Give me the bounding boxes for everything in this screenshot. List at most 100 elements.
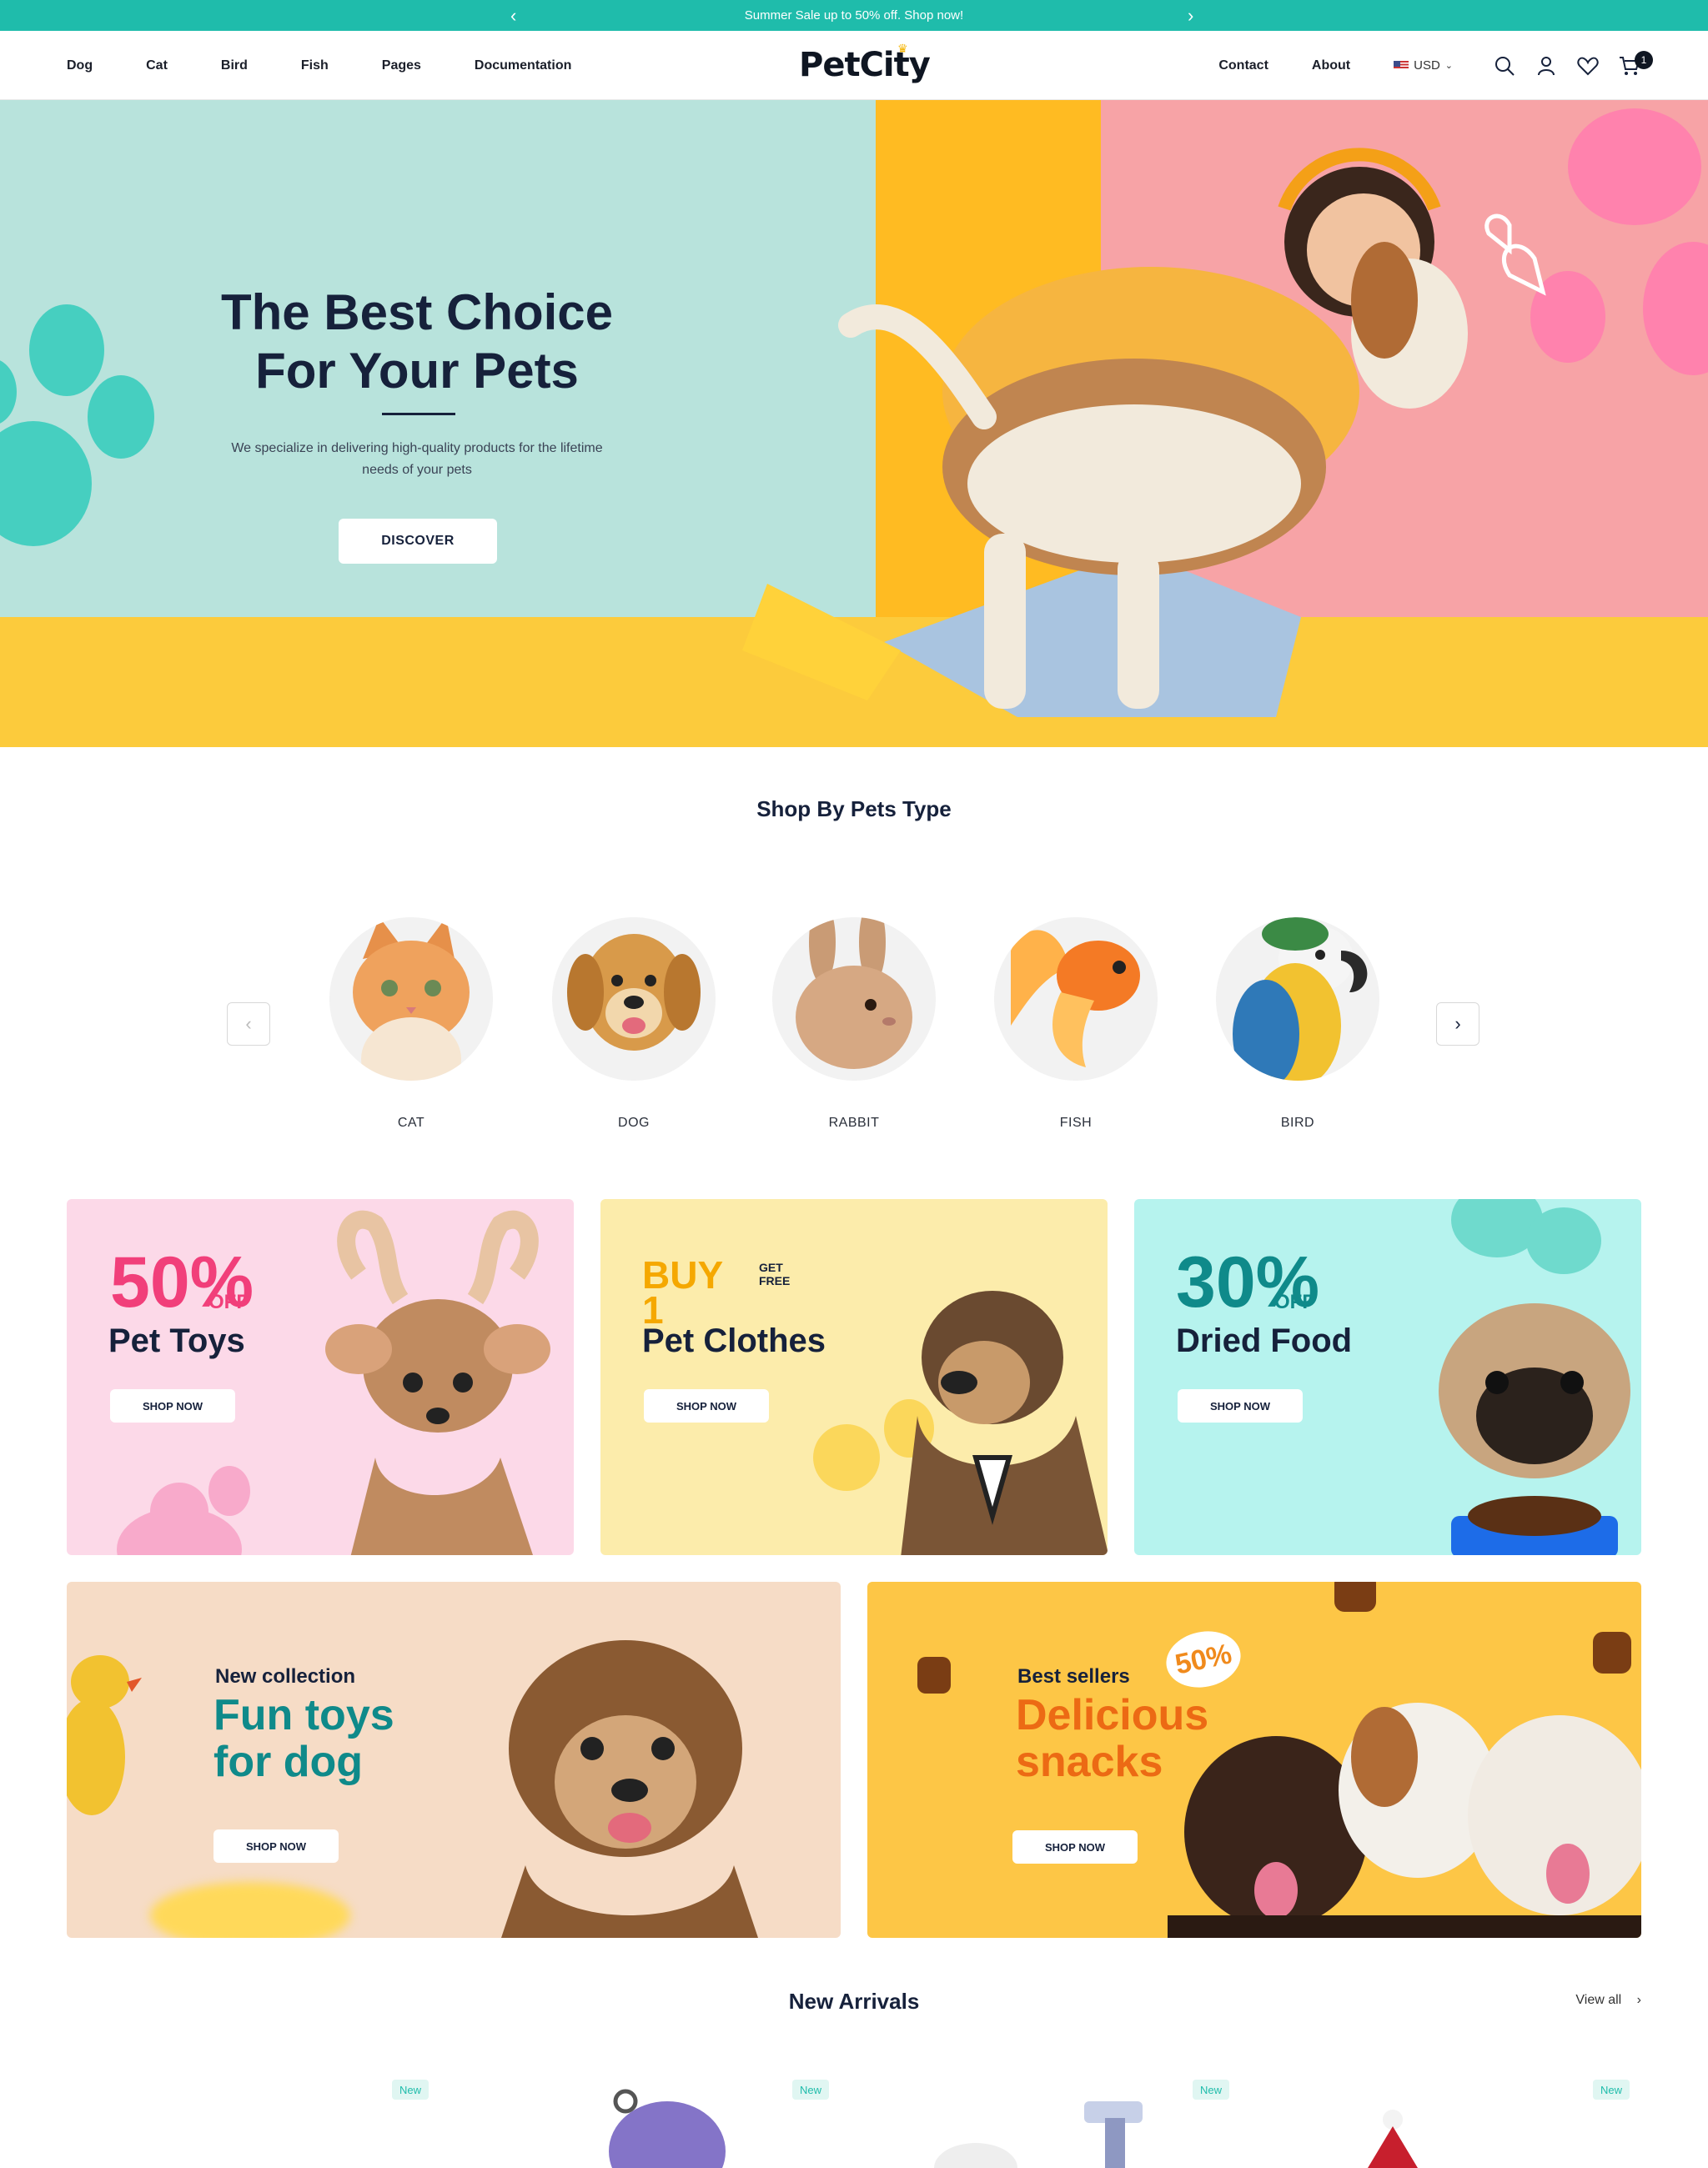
promo-toy-dog-image <box>325 1210 550 1555</box>
promo-title: Pet Toys <box>108 1322 245 1359</box>
new-badge: New <box>392 2080 429 2100</box>
promo-discount-off: OFF <box>208 1291 249 1313</box>
nav-pages[interactable]: Pages <box>382 58 421 73</box>
us-flag-icon <box>1394 60 1409 71</box>
promo-discount-off: OFF <box>1274 1291 1314 1313</box>
pet-type-cat[interactable]: CAT <box>328 917 495 1131</box>
promo-pug-image <box>1439 1303 1630 1555</box>
view-all-label: View all <box>1575 1993 1622 2007</box>
promo-title: Dried Food <box>1176 1322 1353 1359</box>
pet-type-fish[interactable]: FISH <box>992 917 1159 1131</box>
pet-type-bird[interactable]: BIRD <box>1214 917 1381 1131</box>
nav-bird[interactable]: Bird <box>221 58 248 73</box>
shop-now-button[interactable]: SHOP NOW <box>1178 1389 1303 1423</box>
site-logo[interactable]: PetCity ♛ <box>799 43 931 84</box>
banner-title-line2: for dog <box>214 1738 364 1786</box>
shop-now-button[interactable]: SHOP NOW <box>214 1829 339 1863</box>
hero-woman-dog-image <box>742 148 1546 717</box>
currency-selector[interactable]: USD ⌄ <box>1394 58 1453 73</box>
chevron-down-icon: ⌄ <box>1444 61 1453 71</box>
nav-contact[interactable]: Contact <box>1218 58 1268 73</box>
product-card[interactable]: New <box>1268 2076 1635 2168</box>
main-nav: Dog Cat Bird Fish Pages Documentation <box>67 31 625 100</box>
cart-icon[interactable]: 1 <box>1618 50 1653 78</box>
pets-carousel-next-icon[interactable]: › <box>1436 1002 1479 1046</box>
shop-by-type-title: Shop By Pets Type <box>756 796 952 821</box>
promo-buy-get: BUY 1 <box>642 1253 723 1332</box>
hero-title: The Best Choice For Your Pets <box>167 284 667 400</box>
announcement-prev-icon[interactable]: ‹ <box>510 5 516 27</box>
new-arrivals-title: New Arrivals <box>788 1989 920 2014</box>
announcement-text[interactable]: Summer Sale up to 50% off. Shop now! <box>745 8 963 23</box>
new-badge: New <box>792 2080 829 2100</box>
currency-label: USD <box>1414 58 1440 73</box>
account-icon[interactable] <box>1535 54 1558 78</box>
banner-kicker: Best sellers <box>1017 1665 1130 1688</box>
nav-fish[interactable]: Fish <box>301 58 329 73</box>
cart-count-badge: 1 <box>1635 50 1653 69</box>
banner-three-puppies-image <box>1168 1703 1641 1938</box>
promo-title: Pet Clothes <box>642 1322 826 1359</box>
banner-title: Delicious snacks <box>1016 1692 1208 1785</box>
pet-dog-image <box>552 917 716 1081</box>
promo-paw-icon <box>1526 1207 1601 1274</box>
pet-bird-image <box>1216 917 1379 1081</box>
hero-banner: The Best Choice For Your Pets We special… <box>0 100 1708 747</box>
banner-kibble-icon <box>917 1657 951 1694</box>
nav-dog[interactable]: Dog <box>67 58 93 73</box>
product-bowl-image <box>609 2089 726 2168</box>
promo-paw-icon <box>208 1466 250 1516</box>
hero-title-line1: The Best Choice <box>220 284 614 340</box>
product-card[interactable]: New <box>467 2076 834 2168</box>
nav-about[interactable]: About <box>1312 58 1350 73</box>
logo-text: PetCity <box>799 46 931 84</box>
search-icon[interactable] <box>1493 54 1516 78</box>
promo-pet-clothes[interactable]: BUY 1 GET FREE Pet Clothes SHOP NOW <box>600 1199 1108 1555</box>
shop-now-button[interactable]: SHOP NOW <box>644 1389 769 1423</box>
banner-kicker: New collection <box>215 1665 356 1688</box>
product-card[interactable]: New <box>67 2076 434 2168</box>
chevron-right-icon: › <box>1636 1993 1641 2007</box>
hero-paw-left-icon <box>0 304 154 546</box>
banner-fun-toys[interactable]: New collection Fun toys for dog SHOP NOW <box>67 1582 841 1938</box>
banner-delicious-snacks[interactable]: 50% Best sellers Delicious snacks SHOP N… <box>867 1582 1641 1938</box>
banner-title-line1: Delicious <box>1016 1691 1209 1739</box>
crown-icon: ♛ <box>897 43 908 56</box>
pet-rabbit-image <box>772 917 936 1081</box>
pet-cat-image <box>329 917 493 1081</box>
shop-now-button[interactable]: SHOP NOW <box>110 1389 235 1423</box>
pets-carousel-prev-icon[interactable]: ‹ <box>227 1002 270 1046</box>
pet-label-cat: CAT <box>397 1116 425 1130</box>
announcement-bar: ‹ Summer Sale up to 50% off. Shop now! › <box>0 0 1708 31</box>
banner-puppy-image <box>501 1640 758 1938</box>
hero-subtitle: We specialize in delivering high-quality… <box>231 441 603 477</box>
new-badge: New <box>1593 2080 1630 2100</box>
discover-button[interactable]: DISCOVER <box>339 519 497 564</box>
banner-title: Fun toys for dog <box>214 1692 394 1785</box>
product-hat-image <box>1368 2110 1418 2168</box>
pet-type-rabbit[interactable]: RABBIT <box>771 917 937 1131</box>
hero-title-line2: For Your Pets <box>255 343 579 399</box>
banner-duck-toy-image <box>67 1655 142 1815</box>
new-badge: New <box>1193 2080 1229 2100</box>
announcement-next-icon[interactable]: › <box>1188 5 1193 27</box>
view-all-link[interactable]: View all › <box>1575 1993 1641 2008</box>
nav-cat[interactable]: Cat <box>146 58 168 73</box>
pet-label-bird: BIRD <box>1280 1116 1315 1130</box>
site-header: Dog Cat Bird Fish Pages Documentation Pe… <box>0 31 1708 100</box>
pet-label-fish: FISH <box>1059 1116 1093 1130</box>
banner-title-line1: Fun toys <box>214 1691 394 1739</box>
hero-divider <box>382 413 455 415</box>
utility-nav: Contact About USD ⌄ 1 <box>1218 31 1653 100</box>
product-brush-image <box>934 2101 1143 2168</box>
pet-label-rabbit: RABBIT <box>828 1116 880 1130</box>
product-card[interactable]: New <box>867 2076 1234 2168</box>
promo-pet-toys[interactable]: 50% OFF Pet Toys SHOP NOW <box>67 1199 574 1555</box>
wishlist-heart-icon[interactable] <box>1576 54 1600 78</box>
promo-free-label: GET FREE <box>759 1261 791 1287</box>
promo-dried-food[interactable]: 30% OFF Dried Food SHOP NOW <box>1134 1199 1641 1555</box>
banner-title-line2: snacks <box>1016 1738 1163 1786</box>
shop-now-button[interactable]: SHOP NOW <box>1012 1830 1138 1864</box>
nav-documentation[interactable]: Documentation <box>475 58 571 73</box>
pet-type-dog[interactable]: DOG <box>550 917 717 1131</box>
